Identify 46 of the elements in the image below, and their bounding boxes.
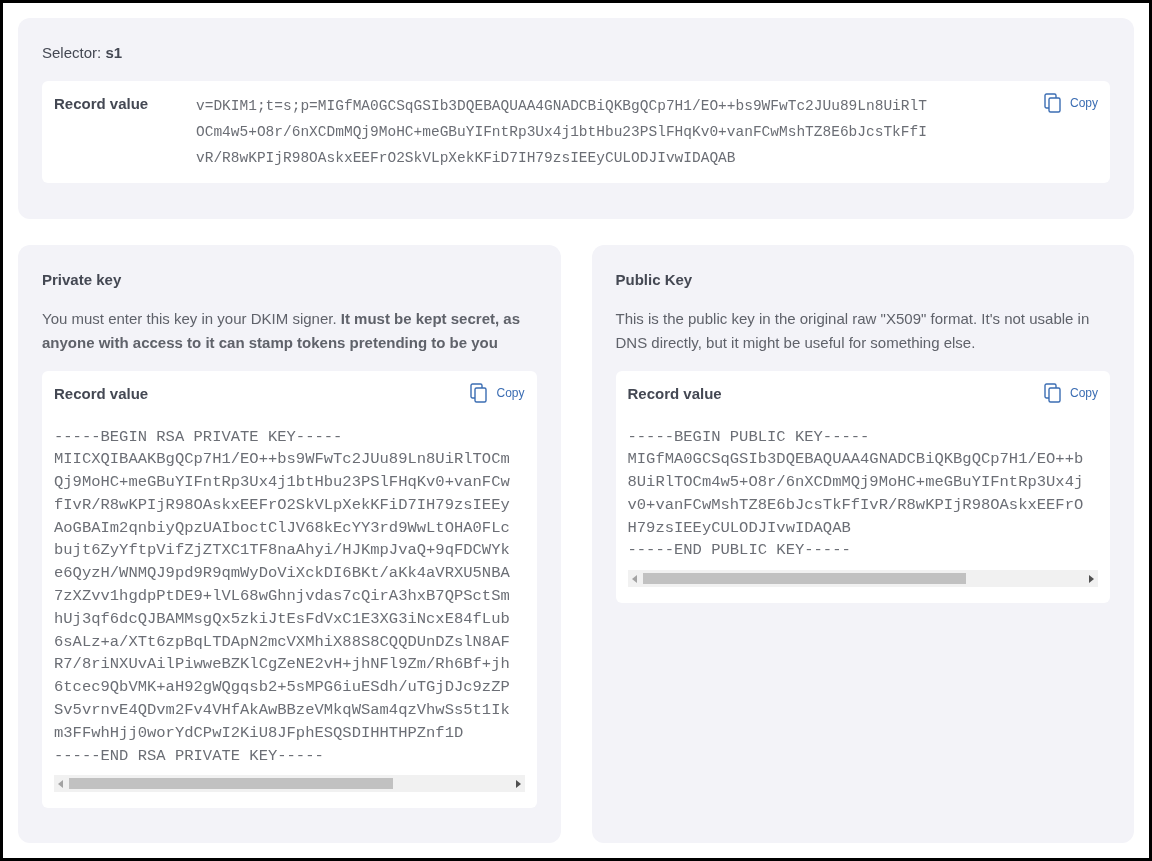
record-label: Record value [54,93,150,114]
record-line: vR/R8wKPIjR98OAskxEEFrO2SkVLpXekKFiD7IH79zsIEEyCULODJIvwIDAQAB [196,148,736,168]
record-label: Record value [54,384,149,404]
card-title: Private key [42,269,123,290]
scroll-thumb[interactable] [642,573,967,585]
horizontal-scrollbar[interactable] [54,775,525,793]
card-title: Public Key [615,269,694,290]
key-line: Sv5vrnvE4QDvm2Fv4VHfAkAwBBzeVMkqWSam4qzVhwSs5t1Ik [54,700,510,722]
key-line: 6tcec9QbVMK+aH92gWQgqsb2+5sMPG6iuESdh/uTGjDJc9zZP [54,677,510,699]
scroll-right-icon [1089,574,1094,583]
scroll-left-icon [58,779,63,788]
selector-label: Selector: s1 [42,43,124,63]
scroll-thumb[interactable] [69,778,393,790]
key-line: MIICXQIBAAKBgQCp7H1/EO++bs9WFwTc2JUu89Ln8UiRlTOCm [54,449,510,471]
key-line: AoGBAIm2qnbiyQpzUAIboctClJV68kEcYY3rd9WwLtOHA0FLc [54,517,510,539]
copy-icon [470,383,489,403]
record-label: Record value [627,384,722,404]
key-line: v0+vanFCwMshTZ8E6bJcsTkFfIvR/R8wKPIjR98OAskxEEFrO [627,494,1084,516]
key-line: -----BEGIN PUBLIC KEY----- [627,426,870,448]
key-line: MIGfMA0GCSqGSIb3DQEBAQUAA4GNADCBiQKBgQCp7H1/EO++b [627,449,1084,471]
key-line: bujt6ZyYftpVifZjZTXC1TF8naAhyi/HJKmpJvaQ+9qFDCWYk [54,540,510,562]
key-line: m3FFwhHjj0worYdCPwI2KiU8JFphESQSDIHHTHPZnf1D [54,722,464,744]
scroll-right-icon [515,779,521,788]
key-line: R7/8riNXUvAilPiwweBZKlCgZeNE2vH+jhNFl9Zm/Rh6Bf+jh [54,654,510,676]
record-line: v=DKIM1;t=s;p=MIGfMA0GCSqGSIb3DQEBAQUAA4GNADCBiQKBgQCp7H1/EO++bs9WFwTc2JUu89Ln8UiRlT [196,96,927,116]
key-line: 8UiRlTOCm4w5+O8r/6nXCDmMQj9MoHC+meGBuYIFntRp3Ux4j [627,472,1084,494]
card-description: This is the public key in the original raw "X509" format. It's not usable in DNS directly, but it might be useful for something else. [615,309,1091,353]
copy-icon [1044,383,1062,403]
copy-button[interactable]: Copy [470,383,525,403]
key-line: -----END PUBLIC KEY----- [627,540,851,562]
card-description: You must enter this key in your DKIM signer. It must be kept secret, as anyone with access to it can stamp tokens pretending to be you [42,309,521,353]
copy-icon [1044,92,1062,113]
copy-button[interactable]: Copy [1044,383,1098,403]
key-line: 6sALz+a/XTt6zpBqLTDApN2mcVXMhiX88S8CQQDUnDZslN8AF [54,631,510,653]
key-line: 7zXZvv1hgdpPtDE9+lVL68wGhnjvdas7cQirA3hxB7QPSctSm [54,586,510,608]
key-line: e6QyzH/WNMQJ9pd9R9qmWyDoViXckDI6BKt/aKk4aVRXU5NBA [54,563,510,585]
key-line: Qj9MoHC+meGBuYIFntRp3Ux4j1btHbu23PSlFHqKv0+vanFCw [54,472,510,494]
copy-button[interactable]: Copy [1044,92,1098,113]
key-line: hUj3qf6dcQJBAMMsgQx5zkiJtEsFdVxC1E3XG3iNcxE84fLub [54,608,510,630]
key-line: fIvR/R8wKPIjR98OAskxEEFrO2SkVLpXekKFiD7IH79zsIEEy [54,494,510,516]
key-line: H79zsIEEyCULODJIvwIDAQAB [627,517,851,539]
horizontal-scrollbar[interactable] [627,570,1098,588]
key-line: -----END RSA PRIVATE KEY----- [54,745,324,767]
key-line: -----BEGIN RSA PRIVATE KEY----- [54,426,343,448]
record-line: OCm4w5+O8r/6nXCDmMQj9MoHC+meGBuYIFntRp3Ux4j1btHbu23PSlFHqKv0+vanFCwMshTZ8E6bJcsTkFfI [196,122,927,142]
scroll-left-icon [631,574,637,583]
